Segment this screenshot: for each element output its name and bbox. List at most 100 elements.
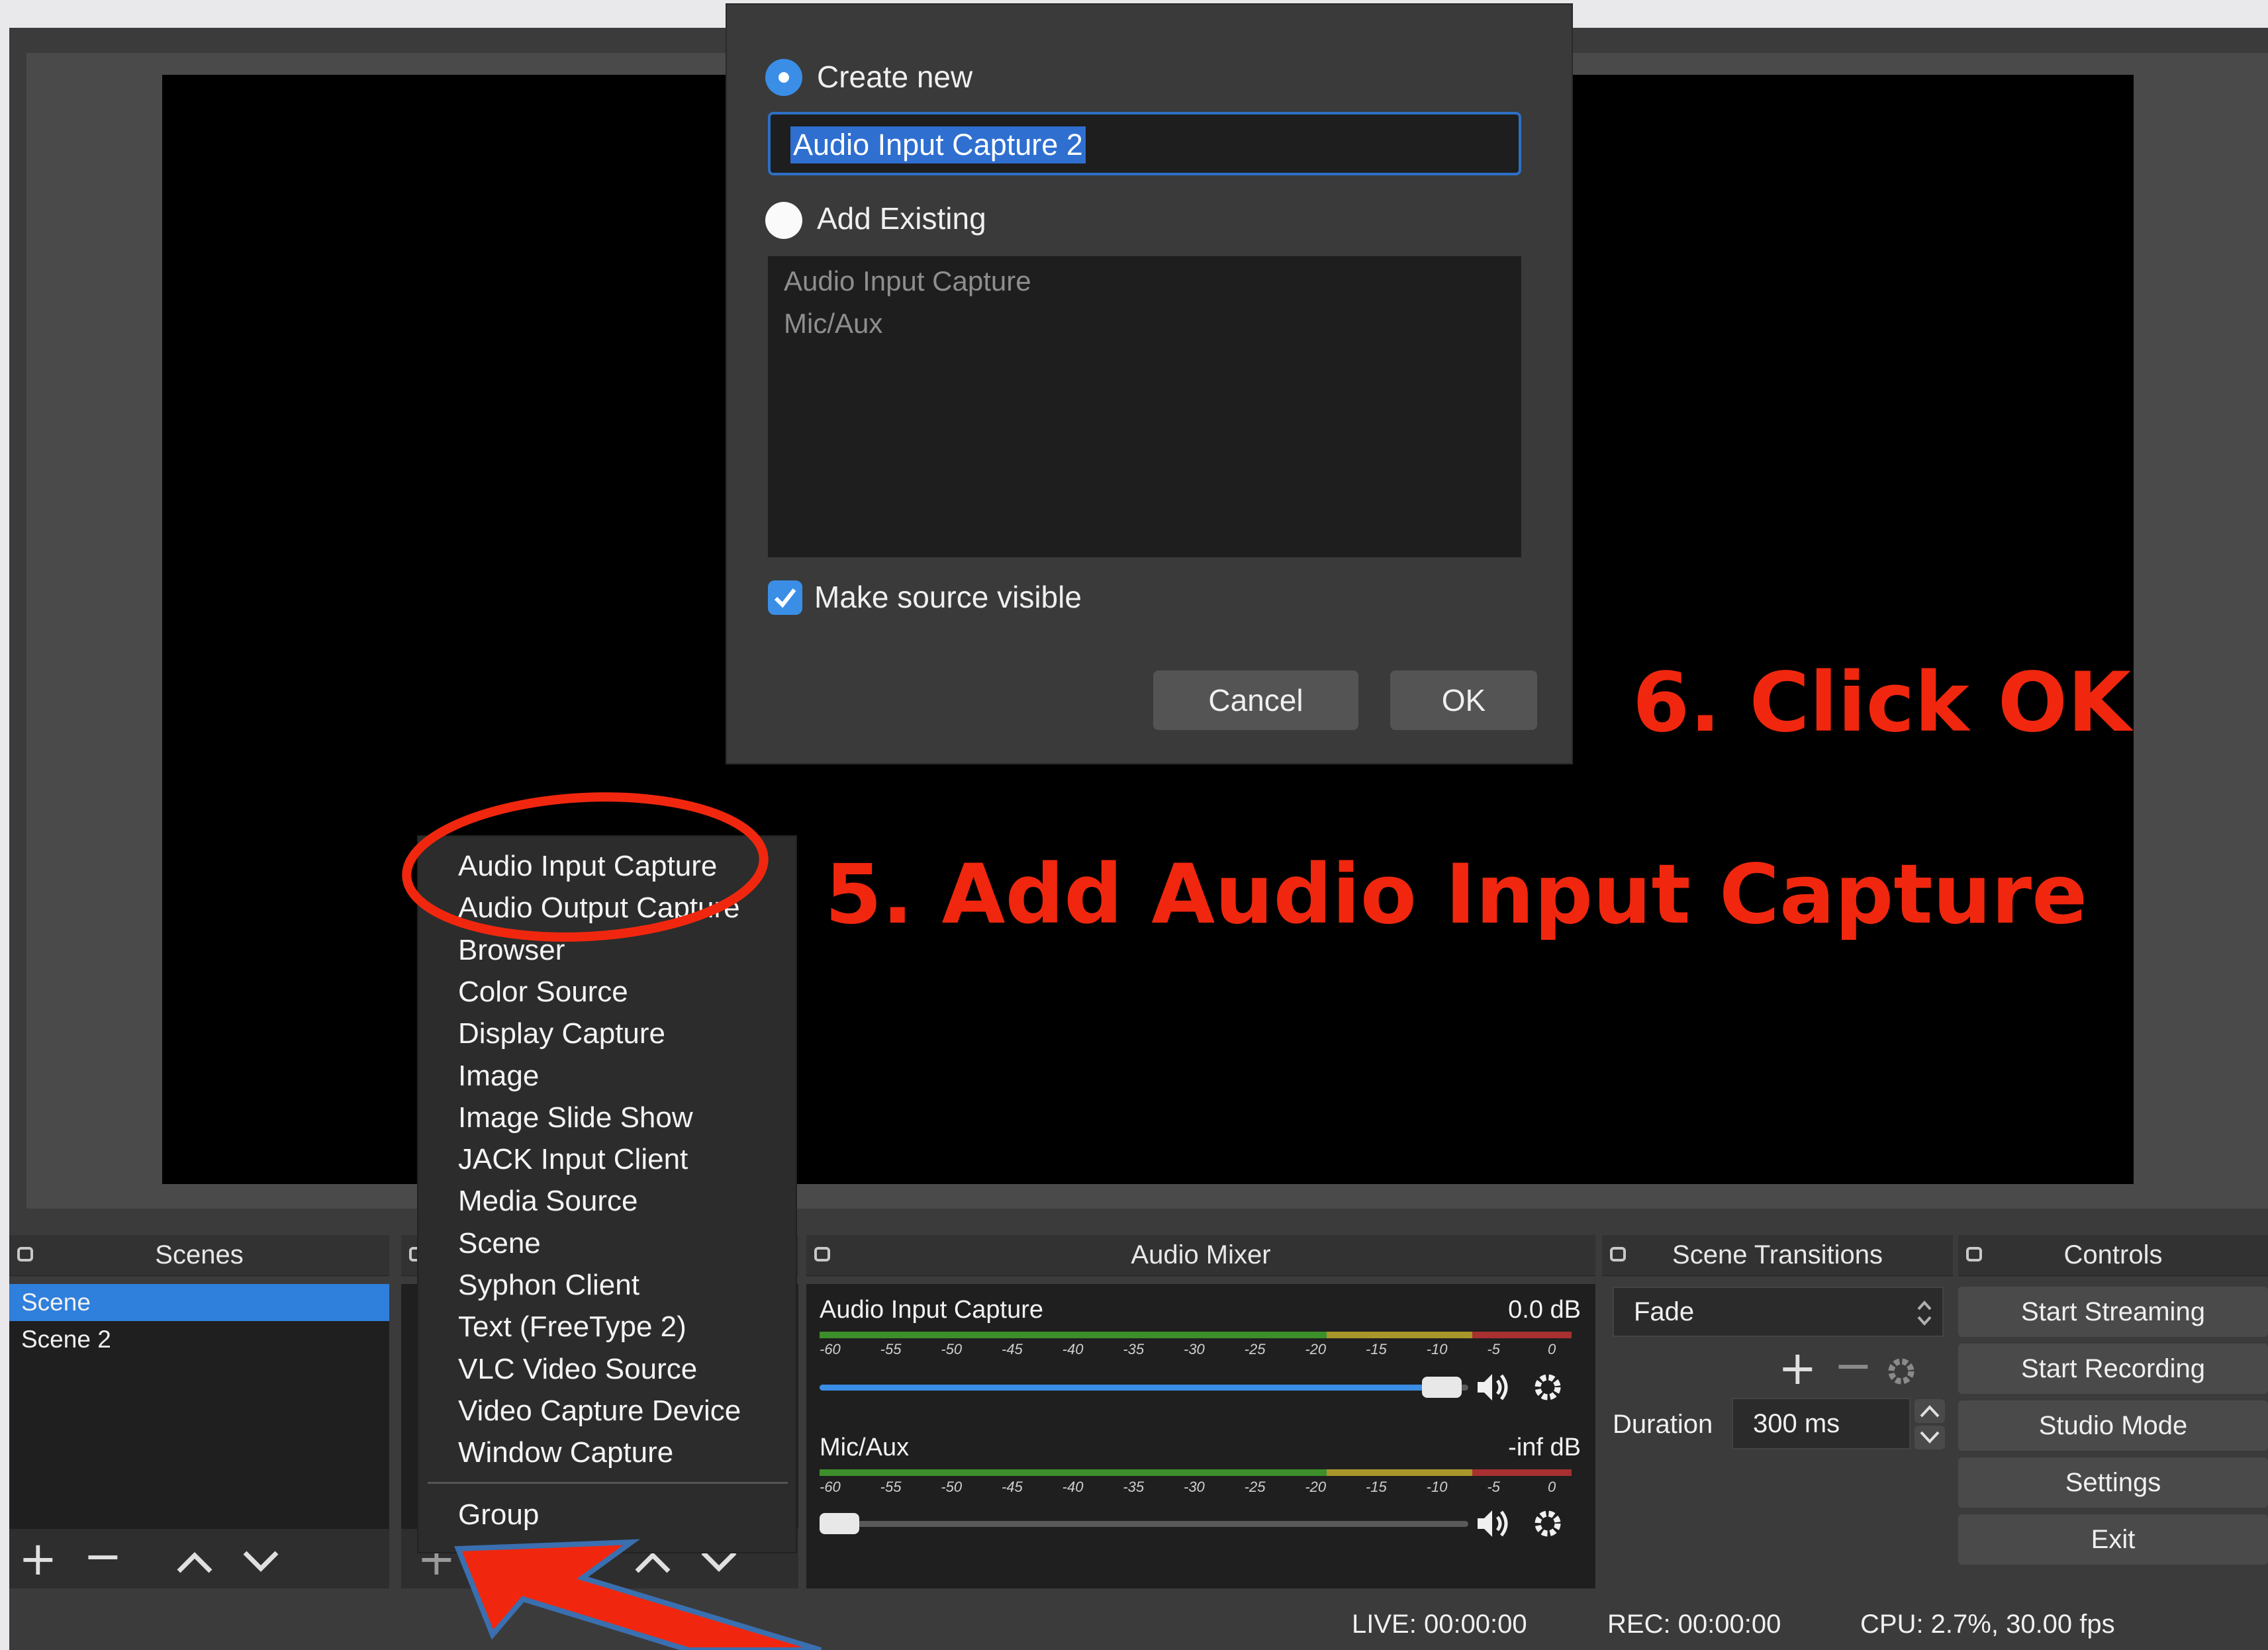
audio-mixer-title: Audio Mixer [1131,1240,1271,1269]
speaker-icon[interactable] [1474,1505,1511,1542]
meter-tick-label: -5 [1487,1341,1500,1357]
scene-transitions-header: Scene Transitions [1602,1235,1953,1276]
meter-scale: -60 -55 -50 -45 -40 -35 -30 -25 -20 -15 -10 -5 0 [820,1479,1574,1498]
menu-item[interactable]: Display Capture [458,1017,665,1050]
menu-item[interactable]: VLC Video Source [458,1353,697,1386]
menu-item[interactable]: Video Capture Device [458,1395,741,1428]
minus-icon[interactable]: − [1834,1342,1873,1389]
transition-select[interactable]: Fade [1613,1287,1944,1337]
plus-icon[interactable]: + [1778,1345,1817,1391]
meter-tick-label: -45 [1002,1479,1023,1495]
meter-tick-label: -55 [880,1479,902,1495]
studio-mode-button[interactable]: Studio Mode [1958,1400,2268,1451]
menu-item[interactable]: Window Capture [458,1436,673,1469]
meter-tick-label: -60 [820,1341,841,1357]
audio-mixer-panel: Audio Input Capture 0.0 dB -60 -55 -50 -45-… [806,1284,1595,1588]
meter-red-zone [1472,1332,1572,1338]
menu-item[interactable]: JACK Input Client [458,1143,688,1176]
highlight-circle [402,792,769,942]
scenes-list[interactable]: Scene Scene 2 [9,1284,389,1529]
mixer-channel-db: -inf dB [1508,1434,1581,1461]
plus-icon[interactable]: + [19,1535,58,1582]
create-new-label: Create new [817,60,973,94]
existing-source-item[interactable]: Mic/Aux [784,308,882,340]
float-dock-icon[interactable] [814,1247,830,1261]
meter-tick-label: -20 [1305,1341,1327,1357]
exit-button[interactable]: Exit [1958,1514,2268,1565]
annotation-step5: 5. Add Audio Input Capture [825,847,2088,942]
volume-slider-thumb[interactable] [1422,1377,1462,1398]
scenes-dock-header: Scenes [9,1235,389,1276]
controls-panel: Start Streaming Start Recording Studio M… [1958,1284,2268,1588]
meter-green-zone [820,1469,1327,1476]
rec-status: REC: 00:00:00 [1607,1610,1781,1639]
add-existing-radio[interactable] [765,202,802,239]
source-name-value: Audio Input Capture 2 [790,126,1086,163]
float-dock-icon[interactable] [1966,1247,1982,1261]
audio-mixer-header: Audio Mixer [806,1235,1595,1276]
gear-icon[interactable] [1529,1505,1566,1542]
meter-yellow-zone [1327,1332,1472,1338]
menu-item[interactable]: Media Source [458,1185,638,1218]
meter-tick-label: -20 [1305,1479,1327,1495]
menu-item[interactable]: Image Slide Show [458,1101,693,1134]
menu-divider [428,1482,788,1484]
scene-transitions-title: Scene Transitions [1672,1240,1883,1269]
gear-icon[interactable] [1883,1353,1920,1390]
meter-scale: -60 -55 -50 -45 -40 -35 -30 -25 -20 -15 -10 -5 0 [820,1341,1574,1361]
speaker-icon[interactable] [1474,1369,1511,1406]
scene-list-item[interactable]: Scene [9,1284,389,1321]
menu-item[interactable]: Color Source [458,976,628,1009]
chevron-down-icon[interactable] [241,1547,281,1574]
meter-tick-label: -60 [820,1479,841,1495]
source-name-input[interactable]: Audio Input Capture 2 [768,112,1521,175]
checkmark-icon [774,588,796,608]
chevron-up-icon[interactable] [175,1549,214,1575]
scene-list-item[interactable]: Scene 2 [9,1321,389,1358]
meter-tick-label: -30 [1184,1479,1205,1495]
transition-select-value: Fade [1634,1297,1695,1326]
chevron-updown-icon [1917,1301,1932,1326]
cancel-button[interactable]: Cancel [1153,670,1358,730]
minus-icon[interactable]: − [83,1533,122,1579]
meter-tick-label: -5 [1487,1479,1500,1495]
meter-tick-label: -50 [941,1341,963,1357]
float-dock-icon[interactable] [1610,1247,1626,1261]
make-visible-checkbox[interactable] [768,580,802,615]
controls-header: Controls [1958,1235,2268,1276]
meter-yellow-zone [1327,1469,1472,1476]
meter-tick-label: -15 [1366,1341,1387,1357]
meter-tick-label: -15 [1366,1479,1387,1495]
create-new-radio[interactable] [765,59,802,96]
mixer-channel-name: Mic/Aux [820,1434,910,1461]
duration-label: Duration [1613,1410,1713,1439]
meter-tick-label: 0 [1548,1479,1556,1495]
start-streaming-button[interactable]: Start Streaming [1958,1287,2268,1337]
start-recording-button[interactable]: Start Recording [1958,1344,2268,1394]
mixer-channel-name: Audio Input Capture [820,1296,1044,1324]
add-existing-label: Add Existing [817,201,986,236]
duration-value: 300 ms [1753,1408,1840,1438]
meter-tick-label: -55 [880,1341,902,1357]
meter-tick-label: -25 [1244,1341,1266,1357]
duration-field[interactable]: 300 ms [1732,1398,1911,1449]
menu-item[interactable]: Syphon Client [458,1269,639,1302]
meter-tick-label: -45 [1002,1341,1023,1357]
meter-tick-label: -50 [941,1479,963,1495]
scene-transitions-panel: Fade + − Duration 300 ms [1602,1284,1953,1588]
volume-slider-track[interactable] [820,1521,1468,1527]
duration-stepper[interactable] [1913,1398,1946,1451]
volume-slider-fill [820,1385,1455,1391]
menu-item[interactable]: Image [458,1060,539,1093]
gear-icon[interactable] [1529,1369,1566,1406]
menu-item[interactable]: Scene [458,1227,541,1260]
ok-button[interactable]: OK [1390,670,1537,730]
scenes-toolbar: + − [9,1529,389,1588]
make-visible-label: Make source visible [814,580,1082,614]
pointer-arrow [454,1539,822,1650]
existing-sources-list[interactable]: Audio Input Capture Mic/Aux [768,256,1521,557]
settings-button[interactable]: Settings [1958,1457,2268,1508]
menu-item[interactable]: Text (FreeType 2) [458,1310,686,1344]
existing-source-item[interactable]: Audio Input Capture [784,265,1031,297]
float-dock-icon[interactable] [17,1247,33,1261]
